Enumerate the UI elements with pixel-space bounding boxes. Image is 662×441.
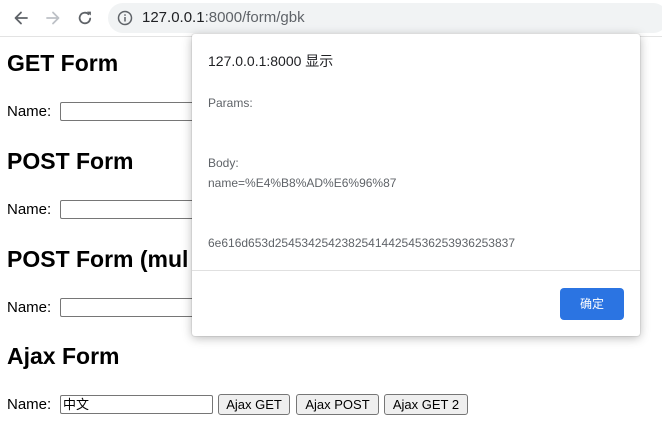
post-form-multipart-heading: POST Form (mul (7, 246, 189, 272)
post-form-name-input[interactable] (60, 200, 210, 219)
dialog-body-label: Body: (208, 156, 239, 170)
dialog-body-value: name=%E4%B8%AD%E6%96%87 (208, 176, 397, 190)
get-form-name-input[interactable] (60, 102, 210, 121)
post-form-multipart-name-label: Name: (7, 299, 52, 316)
url-text: 127.0.0.1:8000/form/gbk (142, 10, 305, 26)
dialog-separator (192, 270, 640, 271)
info-icon[interactable] (117, 10, 133, 26)
ajax-form-name-input[interactable]: 中文 (60, 395, 213, 414)
url-host: 127.0.0.1 (142, 9, 205, 26)
dialog-hex-value: 6e616d653d254534254238254144254536253936… (208, 236, 515, 250)
dialog-ok-button[interactable]: 确定 (560, 288, 624, 320)
ajax-form-name-label: Name: (7, 396, 52, 413)
post-form-name-label: Name: (7, 201, 52, 218)
dialog-title: 127.0.0.1:8000 显示 (208, 53, 334, 69)
forward-button[interactable] (41, 6, 65, 30)
browser-toolbar: 127.0.0.1:8000/form/gbk (0, 0, 662, 37)
address-bar[interactable]: 127.0.0.1:8000/form/gbk (108, 3, 662, 33)
post-form-heading: POST Form (7, 148, 134, 174)
ajax-get-2-button[interactable]: Ajax GET 2 (384, 394, 468, 415)
url-path: :8000/form/gbk (204, 9, 305, 26)
ajax-get-button[interactable]: Ajax GET (218, 394, 290, 415)
forward-arrow-icon (46, 11, 60, 25)
reload-button[interactable] (73, 6, 97, 30)
alert-dialog: 127.0.0.1:8000 显示 Params: Body: name=%E4… (192, 34, 640, 336)
reload-icon (78, 11, 92, 25)
back-button[interactable] (9, 6, 33, 30)
dialog-params-label: Params: (208, 96, 253, 110)
ajax-form-heading: Ajax Form (7, 343, 120, 369)
ajax-post-button[interactable]: Ajax POST (296, 394, 379, 415)
back-arrow-icon (14, 11, 28, 25)
get-form-heading: GET Form (7, 50, 119, 76)
post-form-multipart-name-input[interactable] (60, 298, 210, 317)
get-form-name-label: Name: (7, 103, 52, 120)
